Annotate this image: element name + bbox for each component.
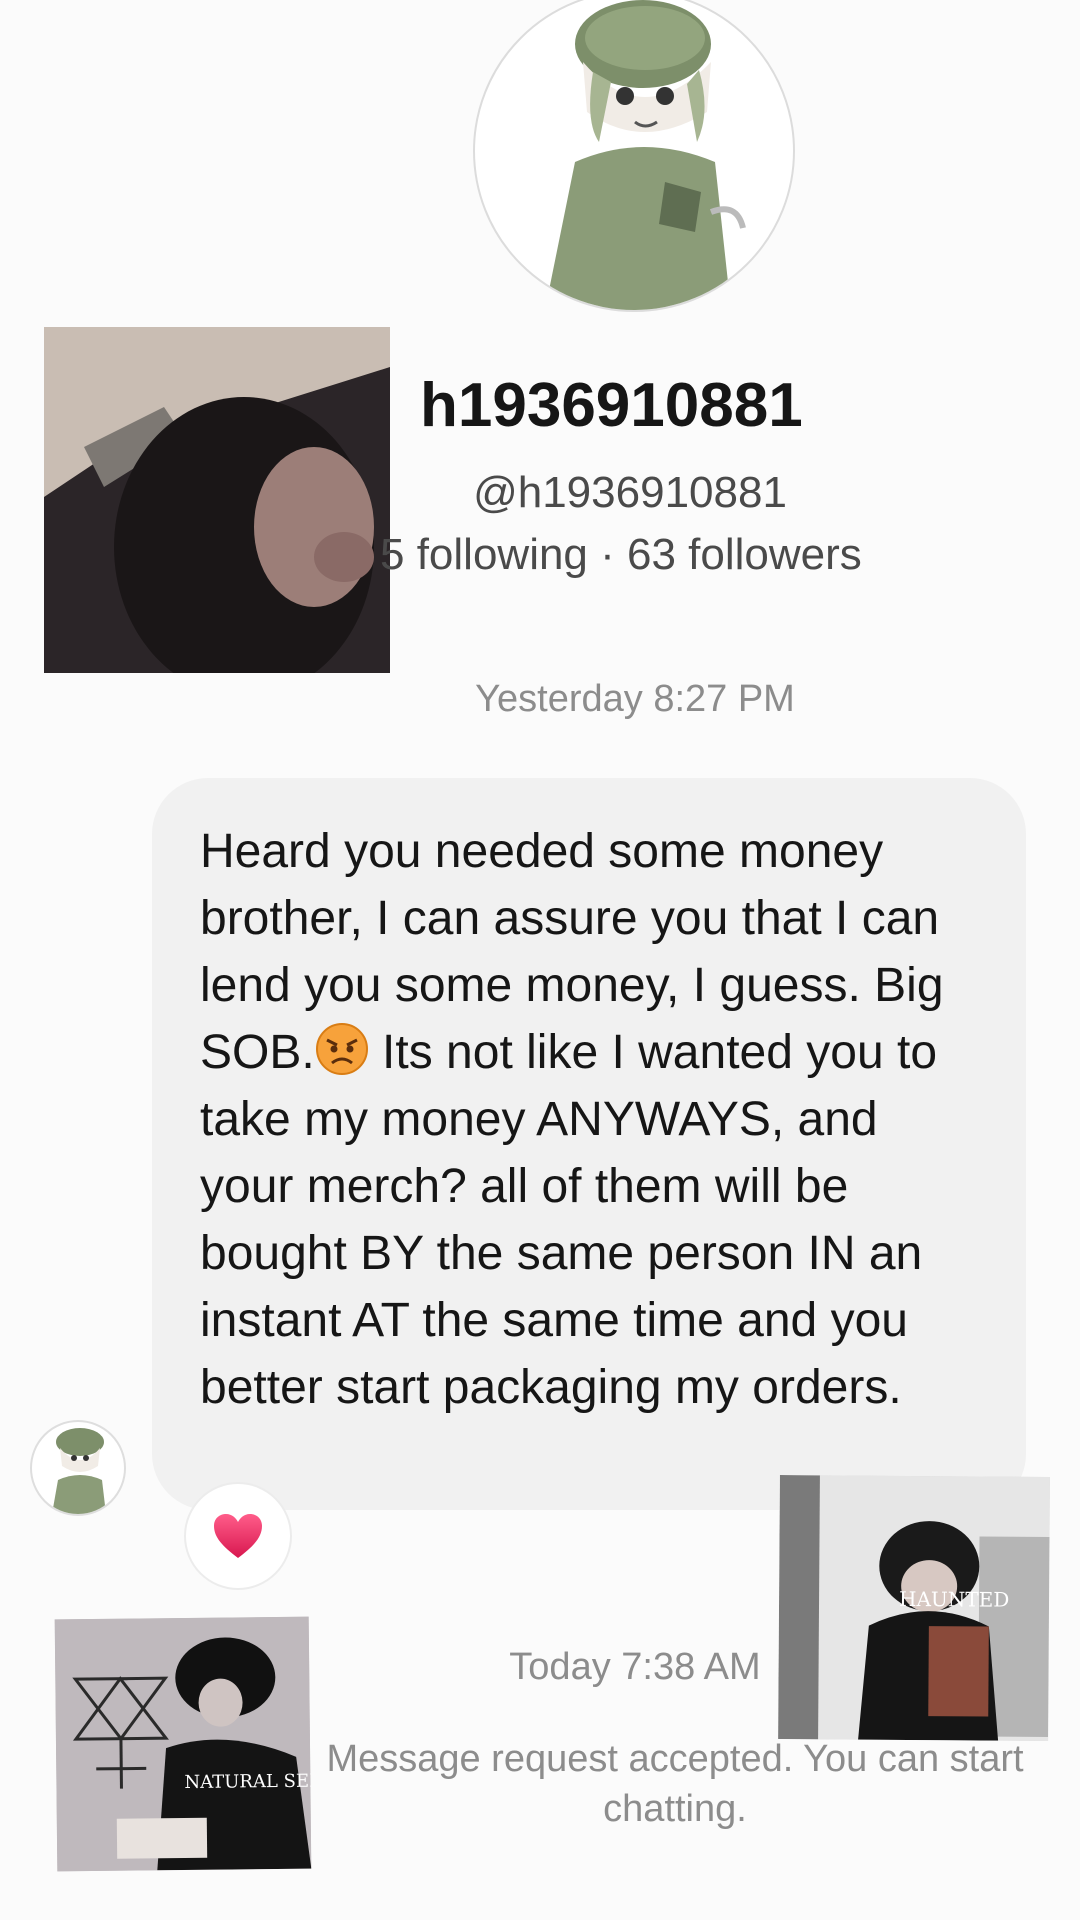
overlay-photo-bottom-left: NATURAL SELECTION — [54, 1616, 312, 1872]
dm-screen: h1936910881 @h1936910881 5 following · 6… — [0, 0, 1080, 1920]
heart-icon — [214, 1514, 262, 1558]
anime-soldier-small-icon — [52, 1428, 106, 1514]
sender-avatar[interactable] — [30, 1420, 126, 1516]
system-message: Message request accepted. You can start … — [326, 1738, 1024, 1830]
follow-stats[interactable]: 5 following · 63 followers — [380, 530, 862, 580]
heart-reaction[interactable] — [186, 1484, 290, 1588]
timestamp-yesterday: Yesterday 8:27 PM — [475, 678, 795, 720]
angry-face-emoji-icon — [315, 1022, 369, 1076]
message-text: Heard you needed some money brother, I c… — [200, 818, 982, 1421]
profile-handle: @h1936910881 — [473, 468, 787, 517]
overlay-photo-top-left — [44, 327, 390, 673]
natural-selection-text: NATURAL SELECTION — [184, 1770, 311, 1793]
message-text-part-2: Its not like I wanted you to take my mon… — [200, 1026, 938, 1414]
haunted-text: HAUNTED — [899, 1587, 1009, 1612]
profile-username: h1936910881 — [420, 371, 803, 440]
overlay-photo-bottom-right: HAUNTED — [778, 1475, 1050, 1741]
profile-avatar[interactable] — [473, 0, 795, 312]
message-bubble[interactable]: Heard you needed some money brother, I c… — [152, 778, 1026, 1510]
anime-soldier-avatar-icon — [545, 0, 746, 310]
